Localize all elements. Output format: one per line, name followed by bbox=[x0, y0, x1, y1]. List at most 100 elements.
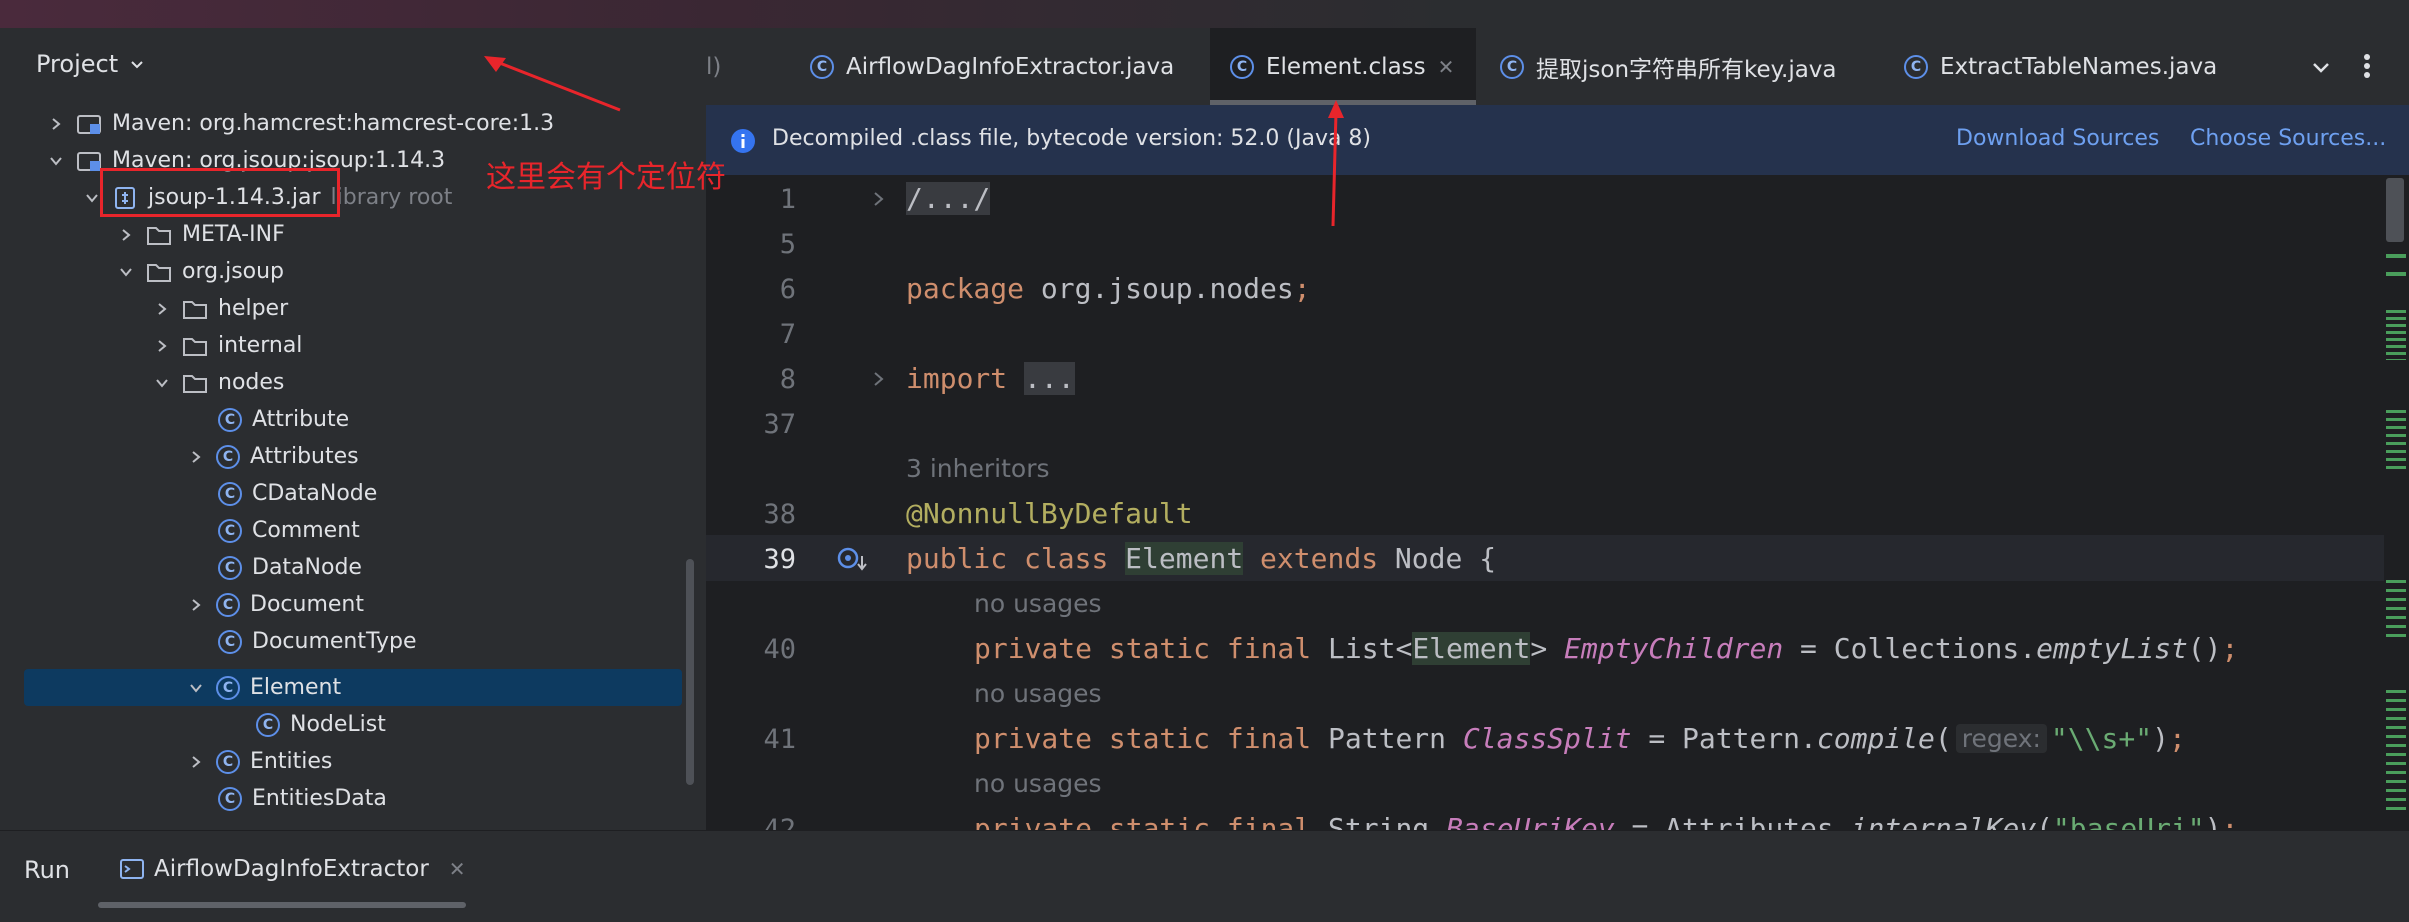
no-usages-hint[interactable]: no usages bbox=[974, 671, 1102, 716]
folder-icon bbox=[146, 222, 172, 248]
run-scrollbar[interactable] bbox=[98, 902, 466, 908]
no-usages-label: no usages bbox=[974, 589, 1102, 618]
project-panel-title[interactable]: Project bbox=[36, 50, 146, 78]
tree-item-document[interactable]: C Document bbox=[0, 586, 706, 623]
run-label[interactable]: Run bbox=[24, 856, 70, 884]
no-usages-hint[interactable]: no usages bbox=[974, 761, 1102, 806]
class-icon: C bbox=[218, 555, 242, 580]
super-class: Node bbox=[1394, 542, 1463, 575]
inheritors-hint[interactable]: 3 inheritors bbox=[906, 446, 1050, 491]
close-icon[interactable]: ✕ bbox=[449, 857, 466, 881]
tree-item-attribute[interactable]: C Attribute bbox=[0, 401, 706, 438]
library-root-suffix: library root bbox=[330, 185, 453, 210]
tree-item-documenttype[interactable]: C DocumentType bbox=[0, 623, 706, 660]
fold-chevron-icon[interactable] bbox=[872, 190, 886, 208]
tab-partial[interactable]: l) bbox=[706, 28, 806, 105]
class-icon: C bbox=[218, 786, 242, 811]
folder-icon bbox=[182, 333, 208, 359]
tab-list-chevron-icon[interactable] bbox=[2310, 56, 2332, 78]
tree-item-meta-inf[interactable]: META-INF bbox=[0, 216, 706, 253]
tab-extract-table-names[interactable]: C ExtractTableNames.java bbox=[1904, 28, 2217, 105]
tab-element-class[interactable]: C Element.class ✕ bbox=[1210, 28, 1476, 105]
chevron-right-icon[interactable] bbox=[186, 752, 206, 772]
tree-item-label: nodes bbox=[218, 370, 285, 395]
run-tab[interactable]: AirflowDagInfoExtractor ✕ bbox=[120, 856, 466, 882]
tree-item-datanode[interactable]: C DataNode bbox=[0, 549, 706, 586]
line-number: 42 bbox=[763, 814, 796, 830]
chevron-down-icon[interactable] bbox=[82, 188, 102, 208]
folded-imports[interactable]: ... bbox=[1024, 362, 1075, 395]
tree-item-cdatanode[interactable]: C CDataNode bbox=[0, 475, 706, 512]
code-line-1: /.../ bbox=[906, 176, 991, 221]
field-name: ClassSplit bbox=[1462, 722, 1632, 755]
line-number: 7 bbox=[779, 319, 796, 350]
class-icon: C bbox=[1230, 54, 1254, 79]
console-icon bbox=[120, 858, 144, 880]
tab-label: 提取json字符串所有key.java bbox=[1536, 56, 1837, 83]
inheritors-gutter-icon[interactable] bbox=[836, 546, 870, 574]
class-icon: C bbox=[216, 749, 240, 774]
line-number: 37 bbox=[763, 409, 796, 440]
code-line-40: private static final List< Element > Empty… bbox=[974, 632, 2239, 665]
tab-json-keys[interactable]: C 提取json字符串所有key.java bbox=[1500, 28, 1837, 105]
expression-end: () bbox=[2187, 632, 2222, 665]
tree-item-label: DocumentType bbox=[252, 629, 417, 654]
download-sources-link[interactable]: Download Sources bbox=[1956, 126, 2159, 151]
chevron-right-icon[interactable] bbox=[152, 299, 172, 319]
code-line-8: import ... bbox=[906, 356, 1075, 401]
generic-type: Element bbox=[1412, 632, 1531, 665]
line-number: 5 bbox=[779, 229, 796, 260]
chevron-right-icon[interactable] bbox=[46, 114, 66, 134]
method-name: internalKey bbox=[1850, 812, 2037, 830]
tab-airflow-extractor[interactable]: C AirflowDagInfoExtractor.java bbox=[810, 28, 1174, 105]
tree-item-label: CDataNode bbox=[252, 481, 378, 506]
tree-item-internal[interactable]: internal bbox=[0, 327, 706, 364]
editor-scroll-thumb[interactable] bbox=[2386, 178, 2404, 242]
tree-item-org-jsoup[interactable]: org.jsoup bbox=[0, 253, 706, 290]
tree-item-label: Document bbox=[250, 592, 364, 617]
line-number: 8 bbox=[779, 364, 796, 395]
tree-item-helper[interactable]: helper bbox=[0, 290, 706, 327]
change-marker-group bbox=[2386, 410, 2406, 470]
folded-comment[interactable]: /.../ bbox=[906, 182, 991, 215]
tree-item-label: internal bbox=[218, 333, 303, 358]
chevron-down-icon[interactable] bbox=[186, 678, 206, 698]
change-marker bbox=[2386, 254, 2406, 258]
chevron-right-icon[interactable] bbox=[186, 595, 206, 615]
chevron-right-icon[interactable] bbox=[116, 225, 136, 245]
keyword: public bbox=[906, 542, 1008, 575]
keyword: private static final bbox=[974, 722, 1312, 755]
chevron-down-icon[interactable] bbox=[46, 151, 66, 171]
more-options-icon[interactable] bbox=[2362, 52, 2372, 80]
no-usages-hint[interactable]: no usages bbox=[974, 581, 1102, 626]
class-icon: C bbox=[218, 518, 242, 543]
chevron-down-icon[interactable] bbox=[116, 262, 136, 282]
close-icon[interactable]: ✕ bbox=[1438, 55, 1455, 79]
class-icon: C bbox=[1904, 54, 1928, 79]
tree-scrollbar[interactable] bbox=[686, 559, 694, 785]
tree-item-label: helper bbox=[218, 296, 289, 321]
class-icon: C bbox=[216, 675, 240, 700]
expression: = Pattern. bbox=[1631, 722, 1817, 755]
tree-item-nodes[interactable]: nodes bbox=[0, 364, 706, 401]
annotation-arrow bbox=[480, 50, 630, 120]
chevron-right-icon[interactable] bbox=[186, 447, 206, 467]
line-number: 40 bbox=[763, 634, 796, 665]
type: String bbox=[1328, 812, 1430, 830]
tree-item-element[interactable]: C Element bbox=[0, 669, 706, 706]
tree-item-nodelist[interactable]: C NodeList bbox=[0, 706, 706, 743]
fold-chevron-icon[interactable] bbox=[872, 370, 886, 388]
annotation-highlight-box bbox=[100, 168, 340, 217]
string-literal: "\\s+" bbox=[2050, 722, 2153, 755]
tree-item-entitiesdata[interactable]: C EntitiesData bbox=[0, 780, 706, 817]
tree-item-label: Element bbox=[250, 675, 342, 700]
type: List< bbox=[1328, 632, 1413, 665]
choose-sources-link[interactable]: Choose Sources... bbox=[2190, 126, 2386, 151]
chevron-right-icon[interactable] bbox=[152, 336, 172, 356]
tree-item-comment[interactable]: C Comment bbox=[0, 512, 706, 549]
chevron-down-icon[interactable] bbox=[152, 373, 172, 393]
tree-item-entities[interactable]: C Entities bbox=[0, 743, 706, 780]
string-literal: "baseUri" bbox=[2052, 812, 2205, 830]
tree-item-attributes[interactable]: C Attributes bbox=[0, 438, 706, 475]
tree-item-label: Comment bbox=[252, 518, 360, 543]
